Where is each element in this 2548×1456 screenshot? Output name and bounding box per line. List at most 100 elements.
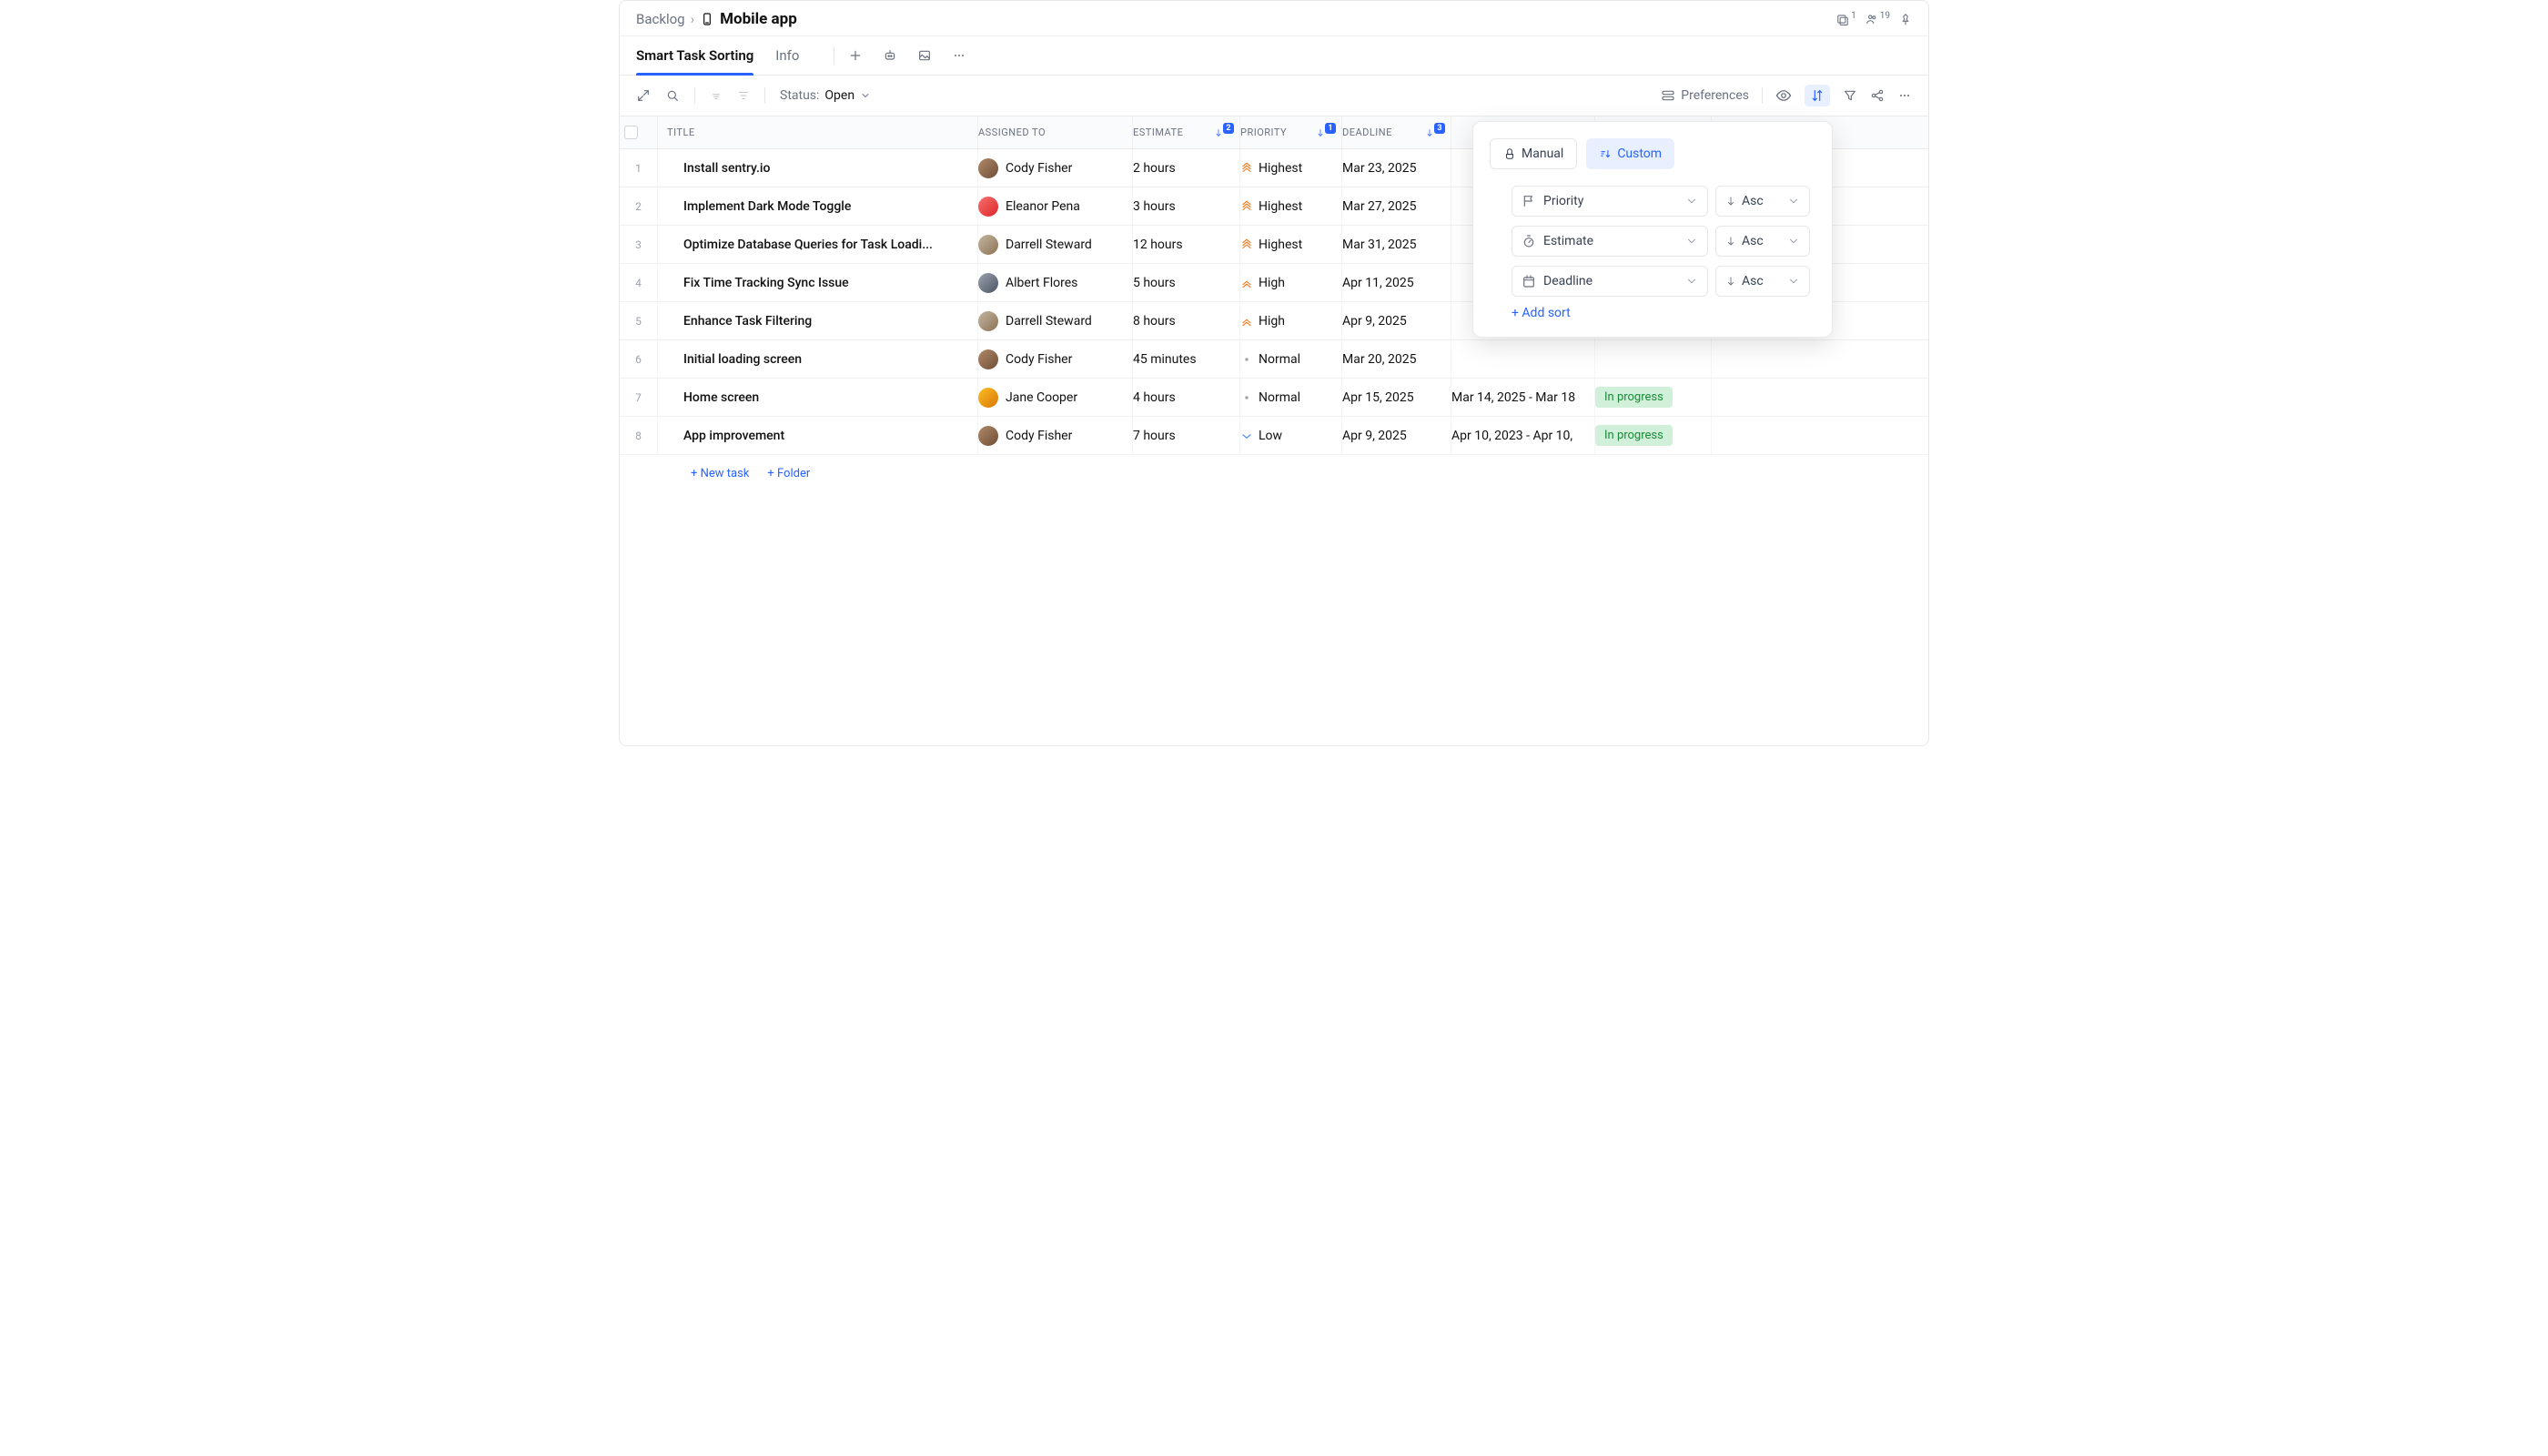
priority-cell[interactable]: High (1240, 302, 1342, 339)
priority-cell[interactable]: Low (1240, 417, 1342, 454)
row-number: 1 (620, 149, 658, 187)
status-dropdown[interactable]: Status: Open (780, 88, 871, 103)
sort-tab-manual[interactable]: Manual (1490, 138, 1577, 169)
task-title[interactable]: App improvement (658, 417, 978, 454)
robot-icon[interactable] (882, 47, 898, 64)
sort-badge-priority: 1 (1325, 123, 1336, 134)
column-header-estimate[interactable]: Estimate 2 (1133, 116, 1240, 148)
search-icon[interactable] (665, 88, 680, 103)
sort-tab-manual-label: Manual (1522, 147, 1563, 161)
header-stat-alt[interactable]: 1 (1836, 13, 1856, 25)
filter-icon[interactable] (1843, 88, 1857, 103)
status-badge: In progress (1595, 387, 1673, 408)
priority-cell[interactable]: Highest (1240, 187, 1342, 225)
task-title[interactable]: Install sentry.io (658, 149, 978, 187)
duration-cell[interactable]: Mar 14, 2025 - Mar 18 (1451, 379, 1595, 416)
duration-cell[interactable] (1451, 340, 1595, 378)
deadline-cell[interactable]: Mar 23, 2025 (1342, 149, 1451, 187)
sort-rule-row: DeadlineAsc (1512, 266, 1810, 297)
priority-cell[interactable]: Normal (1240, 340, 1342, 378)
assignee-cell[interactable]: Eleanor Pena (978, 187, 1133, 225)
status-cell[interactable] (1595, 340, 1712, 378)
breadcrumb-parent[interactable]: Backlog (636, 11, 685, 27)
column-header-title[interactable]: Title (658, 116, 978, 148)
sort-icon[interactable] (1805, 85, 1830, 106)
more-horizontal-icon[interactable] (1897, 88, 1912, 103)
assignee-cell[interactable]: Cody Fisher (978, 417, 1133, 454)
column-header-deadline[interactable]: Deadline 3 (1342, 116, 1451, 148)
task-title[interactable]: Implement Dark Mode Toggle (658, 187, 978, 225)
estimate-cell[interactable]: 45 minutes (1133, 340, 1240, 378)
assignee-name: Darrell Steward (1006, 314, 1092, 329)
image-icon[interactable] (916, 47, 933, 64)
assignee-cell[interactable]: Cody Fisher (978, 149, 1133, 187)
estimate-cell[interactable]: 2 hours (1133, 149, 1240, 187)
col-estimate-label: Estimate (1133, 126, 1183, 138)
estimate-cell[interactable]: 5 hours (1133, 264, 1240, 301)
sort-field-select[interactable]: Deadline (1512, 266, 1708, 297)
header-stat-people[interactable]: 19 (1866, 13, 1890, 25)
filter-rows-icon[interactable] (737, 89, 750, 102)
priority-cell[interactable]: High (1240, 264, 1342, 301)
sort-direction-select[interactable]: Asc (1715, 226, 1810, 257)
eye-icon[interactable] (1775, 87, 1792, 104)
priority-cell[interactable]: Highest (1240, 226, 1342, 263)
assignee-name: Albert Flores (1006, 276, 1077, 290)
estimate-cell[interactable]: 12 hours (1133, 226, 1240, 263)
task-title[interactable]: Home screen (658, 379, 978, 416)
select-all-checkbox[interactable] (624, 126, 638, 139)
assignee-cell[interactable]: Darrell Steward (978, 226, 1133, 263)
task-title[interactable]: Fix Time Tracking Sync Issue (658, 264, 978, 301)
table-row[interactable]: 6Initial loading screenCody Fisher45 min… (620, 340, 1928, 379)
deadline-cell[interactable]: Mar 20, 2025 (1342, 340, 1451, 378)
pin-icon[interactable] (1899, 13, 1912, 25)
assignee-cell[interactable]: Jane Cooper (978, 379, 1133, 416)
deadline-cell[interactable]: Apr 9, 2025 (1342, 302, 1451, 339)
task-title[interactable]: Enhance Task Filtering (658, 302, 978, 339)
new-task-link[interactable]: + New task (691, 467, 749, 480)
sort-rule-row: EstimateAsc (1512, 226, 1810, 257)
estimate-cell[interactable]: 4 hours (1133, 379, 1240, 416)
deadline-cell[interactable]: Mar 27, 2025 (1342, 187, 1451, 225)
page-title: Mobile app (720, 10, 797, 28)
deadline-cell[interactable]: Apr 15, 2025 (1342, 379, 1451, 416)
new-folder-link[interactable]: + Folder (767, 467, 810, 480)
task-title[interactable]: Initial loading screen (658, 340, 978, 378)
estimate-cell[interactable]: 7 hours (1133, 417, 1240, 454)
assignee-cell[interactable]: Albert Flores (978, 264, 1133, 301)
tab-info[interactable]: Info (775, 36, 799, 75)
estimate-cell[interactable]: 8 hours (1133, 302, 1240, 339)
table-row[interactable]: 8App improvementCody Fisher7 hoursLowApr… (620, 417, 1928, 455)
plus-icon[interactable] (847, 47, 864, 64)
estimate-cell[interactable]: 3 hours (1133, 187, 1240, 225)
assignee-name: Eleanor Pena (1006, 199, 1080, 214)
collapse-all-icon[interactable] (710, 89, 723, 102)
row-number: 7 (620, 379, 658, 416)
sort-tab-custom[interactable]: Custom (1586, 138, 1674, 169)
add-sort-link[interactable]: + Add sort (1490, 297, 1571, 320)
share-icon[interactable] (1870, 88, 1885, 103)
status-cell[interactable]: In progress (1595, 379, 1712, 416)
sort-direction-select[interactable]: Asc (1715, 186, 1810, 217)
priority-cell[interactable]: Normal (1240, 379, 1342, 416)
task-title[interactable]: Optimize Database Queries for Task Loadi… (658, 226, 978, 263)
more-icon[interactable] (951, 47, 967, 64)
deadline-cell[interactable]: Mar 31, 2025 (1342, 226, 1451, 263)
sort-field-select[interactable]: Priority (1512, 186, 1708, 217)
sort-badge-deadline: 3 (1434, 123, 1445, 134)
assignee-cell[interactable]: Darrell Steward (978, 302, 1133, 339)
tab-smart-sorting[interactable]: Smart Task Sorting (636, 36, 753, 75)
deadline-cell[interactable]: Apr 9, 2025 (1342, 417, 1451, 454)
deadline-cell[interactable]: Apr 11, 2025 (1342, 264, 1451, 301)
preferences-button[interactable]: Preferences (1661, 88, 1749, 103)
expand-icon[interactable] (636, 88, 651, 103)
table-row[interactable]: 7Home screenJane Cooper4 hoursNormalApr … (620, 379, 1928, 417)
assignee-cell[interactable]: Cody Fisher (978, 340, 1133, 378)
sort-direction-select[interactable]: Asc (1715, 266, 1810, 297)
column-header-priority[interactable]: Priority 1 (1240, 116, 1342, 148)
column-header-assigned[interactable]: Assigned To (978, 116, 1133, 148)
priority-cell[interactable]: Highest (1240, 149, 1342, 187)
duration-cell[interactable]: Apr 10, 2023 - Apr 10, (1451, 417, 1595, 454)
sort-field-select[interactable]: Estimate (1512, 226, 1708, 257)
status-cell[interactable]: In progress (1595, 417, 1712, 454)
